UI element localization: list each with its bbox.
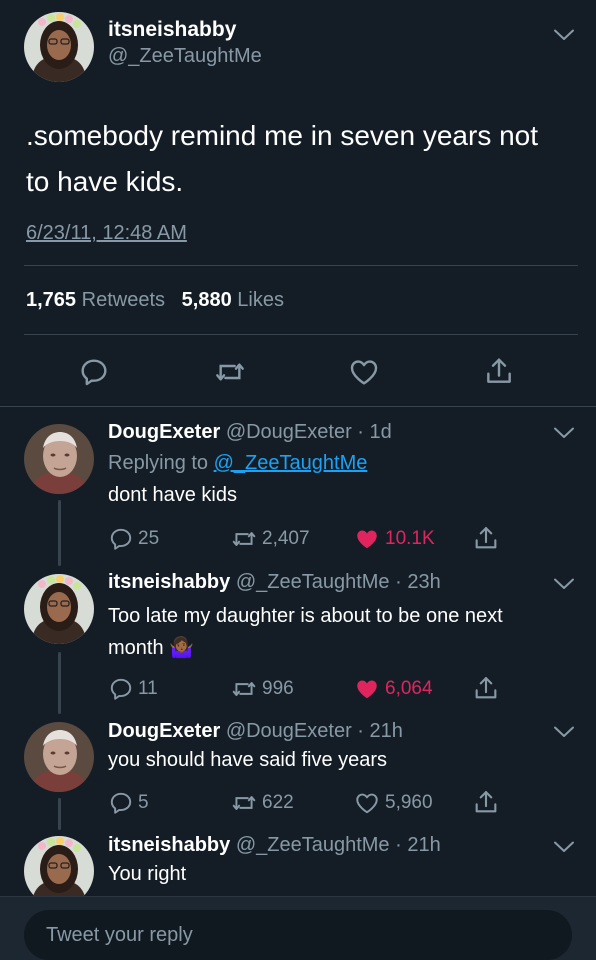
- chevron-down-icon[interactable]: [553, 725, 575, 739]
- retweet-action[interactable]: 2,407: [230, 526, 310, 552]
- chevron-down-icon[interactable]: [553, 28, 575, 42]
- reply-input[interactable]: Tweet your reply: [24, 910, 572, 960]
- reply-author-handle[interactable]: @DougExeter: [226, 720, 352, 742]
- retweets-count[interactable]: 1,765: [26, 289, 76, 311]
- reply-header: itsneishabby @_ZeeTaughtMe · 23h: [108, 571, 441, 594]
- heart-filled-icon: [353, 526, 381, 552]
- shrug-emoji: 🤷🏾‍♀️: [169, 637, 195, 659]
- reply-time: · 1d: [357, 421, 392, 443]
- replying-to-label: Replying to: [108, 452, 209, 474]
- reply-time: · 21h: [395, 834, 441, 856]
- reply-count: 11: [138, 678, 158, 699]
- like-action[interactable]: 6,064: [353, 676, 433, 702]
- main-tweet-timestamp[interactable]: 6/23/11, 12:48 AM: [26, 222, 187, 245]
- reply-text: you should have said five years: [108, 749, 388, 771]
- heart-filled-icon: [353, 676, 381, 702]
- reply-text: dont have kids: [108, 484, 237, 506]
- retweet-icon[interactable]: [213, 356, 247, 388]
- like-action[interactable]: 10.1K: [353, 526, 435, 552]
- likes-count[interactable]: 5,880: [182, 289, 232, 311]
- divider: [24, 334, 578, 335]
- chevron-down-icon[interactable]: [553, 426, 575, 440]
- likes-label[interactable]: Likes: [237, 289, 284, 311]
- reply-action[interactable]: 5: [108, 790, 149, 816]
- reply-author-name[interactable]: itsneishabby: [108, 571, 230, 593]
- reply-count: 25: [138, 528, 160, 549]
- retweet-count: 622: [262, 792, 294, 813]
- chevron-down-icon[interactable]: [553, 840, 575, 854]
- retweet-icon: [230, 526, 258, 552]
- reply-author-name[interactable]: DougExeter: [108, 421, 220, 443]
- thread-line: [58, 798, 61, 830]
- retweet-count: 2,407: [262, 528, 310, 549]
- retweet-action[interactable]: 996: [230, 676, 294, 702]
- reply-action[interactable]: 25: [108, 526, 159, 552]
- like-count: 6,064: [385, 678, 433, 699]
- reply-time: · 23h: [395, 571, 441, 593]
- chevron-down-icon[interactable]: [553, 577, 575, 591]
- divider: [24, 265, 578, 266]
- main-author-handle[interactable]: @_ZeeTaughtMe: [108, 45, 262, 68]
- retweet-count: 996: [262, 678, 294, 699]
- heart-icon: [353, 790, 381, 816]
- reply-author-name[interactable]: itsneishabby: [108, 834, 230, 856]
- reply-author-avatar[interactable]: [24, 424, 94, 494]
- share-icon[interactable]: [472, 788, 500, 816]
- reply-time: · 21h: [357, 720, 403, 742]
- retweet-icon: [230, 676, 258, 702]
- share-icon[interactable]: [482, 355, 516, 387]
- share-icon[interactable]: [472, 524, 500, 552]
- reply-author-avatar[interactable]: [24, 722, 94, 792]
- replying-to: Replying to @_ZeeTaughtMe: [108, 452, 367, 475]
- retweet-icon: [230, 790, 258, 816]
- reply-action[interactable]: 11: [108, 676, 158, 702]
- reply-text: You right: [108, 863, 187, 885]
- share-icon[interactable]: [472, 674, 500, 702]
- retweet-action[interactable]: 622: [230, 790, 294, 816]
- divider: [0, 406, 596, 407]
- tweet-stats: 1,765 Retweets 5,880 Likes: [26, 289, 284, 312]
- reply-author-handle[interactable]: @_ZeeTaughtMe: [236, 571, 390, 593]
- like-action[interactable]: 5,960: [353, 790, 433, 816]
- reply-text-line: month 🤷🏾‍♀️: [108, 632, 568, 664]
- thread-line: [58, 652, 61, 714]
- retweets-label[interactable]: Retweets: [82, 289, 165, 311]
- reply-icon: [108, 790, 134, 816]
- replying-to-link[interactable]: @_ZeeTaughtMe: [214, 452, 368, 474]
- reply-text-line-end: month: [108, 637, 164, 659]
- reply-header: itsneishabby @_ZeeTaughtMe · 21h: [108, 834, 441, 857]
- main-tweet-text: .somebody remind me in seven years not t…: [26, 113, 538, 205]
- main-tweet-text-line: .somebody remind me in seven years not: [26, 120, 539, 151]
- main-author-name[interactable]: itsneishabby: [108, 18, 236, 42]
- reply-author-handle[interactable]: @DougExeter: [226, 421, 352, 443]
- reply-icon: [108, 526, 134, 552]
- reply-header: DougExeter @DougExeter · 21h: [108, 720, 403, 743]
- reply-header: DougExeter @DougExeter · 1d: [108, 421, 392, 444]
- reply-count: 5: [138, 792, 149, 813]
- reply-author-avatar[interactable]: [24, 574, 94, 644]
- reply-author-name[interactable]: DougExeter: [108, 720, 220, 742]
- reply-author-handle[interactable]: @_ZeeTaughtMe: [236, 834, 390, 856]
- main-author-avatar[interactable]: [24, 12, 94, 82]
- reply-icon[interactable]: [78, 356, 110, 388]
- like-count: 10.1K: [385, 528, 435, 549]
- thread-line: [58, 500, 61, 566]
- like-icon[interactable]: [347, 356, 381, 388]
- reply-text-line: Too late my daughter is about to be one …: [108, 605, 503, 627]
- reply-icon: [108, 676, 134, 702]
- reply-text: Too late my daughter is about to be one …: [108, 600, 568, 664]
- main-tweet-text-line: to have kids.: [26, 166, 184, 197]
- like-count: 5,960: [385, 792, 433, 813]
